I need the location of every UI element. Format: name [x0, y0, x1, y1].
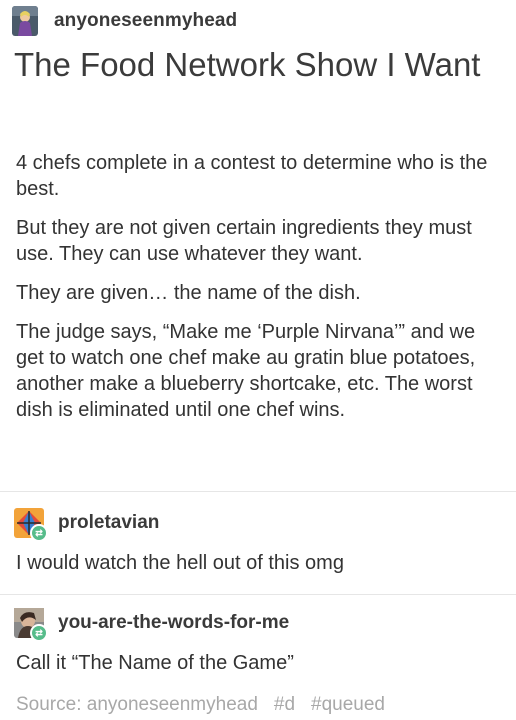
- paragraph: 4 chefs complete in a contest to determi…: [16, 152, 488, 200]
- post-body: 4 chefs complete in a contest to determi…: [16, 150, 506, 436]
- reblog-text: Call it “The Name of the Game”: [16, 652, 294, 674]
- divider: [0, 491, 516, 492]
- reblog-text: I would watch the hell out of this omg: [16, 552, 344, 574]
- paragraph: They are given… the name of the dish.: [16, 282, 361, 304]
- username-link[interactable]: anyoneseenmyhead: [54, 10, 237, 32]
- tag-link[interactable]: #d: [274, 694, 295, 716]
- tag-link[interactable]: #queued: [311, 694, 385, 716]
- avatar[interactable]: ⇄: [14, 508, 48, 542]
- avatar[interactable]: ⇄: [14, 608, 48, 642]
- divider: [0, 594, 516, 595]
- avatar[interactable]: [12, 6, 38, 36]
- post-header: anyoneseenmyhead: [12, 4, 237, 38]
- reblog-username-link[interactable]: you-are-the-words-for-me: [58, 612, 289, 634]
- reblog-icon: ⇄: [30, 624, 48, 642]
- reblog-icon: ⇄: [30, 524, 48, 542]
- reblog-username-link[interactable]: proletavian: [58, 512, 159, 534]
- post-title: The Food Network Show I Want: [14, 46, 481, 83]
- paragraph: But they are not given certain ingredien…: [16, 217, 472, 265]
- post-footer: Source: anyoneseenmyhead #d #queued: [16, 694, 385, 716]
- paragraph: The judge says, “Make me ‘Purple Nirvana…: [16, 321, 476, 421]
- source-link[interactable]: Source: anyoneseenmyhead: [16, 694, 258, 716]
- reblog-header: ⇄ you-are-the-words-for-me: [14, 605, 289, 642]
- reblog-header: ⇄ proletavian: [14, 505, 159, 542]
